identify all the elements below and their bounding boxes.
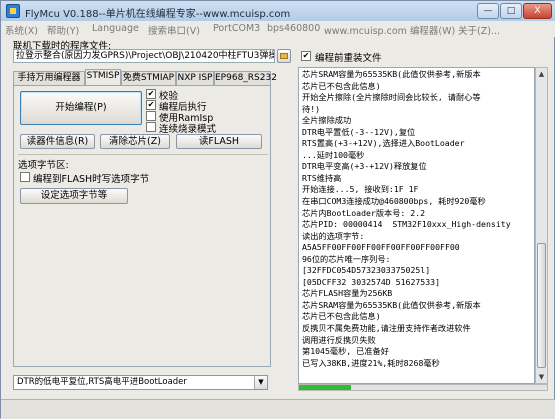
erase-chip-button[interactable]: 清除芯片(Z)	[100, 134, 170, 149]
minimize-button[interactable]: —	[477, 3, 499, 19]
log-line: 调用进行反携贝失败	[302, 334, 376, 345]
tab-nxp-isp[interactable]: NXP ISP	[176, 71, 214, 85]
log-line: 在串口COM3连接成功@460800bps, 耗时920毫秒	[302, 196, 486, 207]
folder-icon	[280, 53, 288, 59]
tab-free-stmiap[interactable]: 免费STMIAP	[121, 71, 176, 85]
reload-file-checkbox[interactable]: ✔	[301, 51, 311, 61]
log-line: 96位的芯片唯一序列号:	[302, 253, 391, 264]
use-ramisp-checkbox[interactable]	[146, 111, 156, 121]
log-line: ...延时100毫秒	[302, 149, 365, 160]
log-line: 待!)	[302, 103, 321, 114]
menu-language[interactable]: Language	[92, 23, 139, 34]
log-line: 芯片SRAM容量为65535KB(此值仅供参考,新版本	[302, 299, 481, 310]
log-output[interactable]: 芯片SRAM容量为65535KB(此值仅供参考,新版本 芯片已不包含此信息) 开始全…	[298, 67, 535, 384]
log-line: 芯片PID: 00000414 STM32F10xxx_High-density	[302, 219, 511, 230]
main-window: FlyMcu V0.188--单片机在线编程专家--www.mcuisp.com…	[0, 0, 555, 419]
read-device-info-button[interactable]: 读器件信息(R)	[20, 134, 95, 149]
reset-mode-value: DTR的低电平复位,RTS高电平进BootLoader	[17, 377, 187, 387]
chevron-down-icon[interactable]: ▼	[254, 376, 267, 389]
continuous-burn-label: 连续烧录模式	[159, 124, 217, 135]
log-line: DTR电平变高(+3-+12V)释放复位	[302, 161, 427, 172]
log-line: 全片擦除成功	[302, 115, 352, 126]
log-line: 芯片内BootLoader版本号: 2.2	[302, 207, 426, 218]
log-line: 第1045毫秒, 已准备好	[302, 346, 389, 357]
app-chip-icon	[6, 4, 20, 18]
log-line: [05DCFF32 3032574D 51627533]	[302, 276, 441, 287]
log-line: 芯片SRAM容量为65535KB(此值仅供参考,新版本	[302, 69, 481, 79]
menu-programmer[interactable]: www.mcuisp.com 编程器(W)	[324, 23, 455, 37]
progress-fill	[299, 385, 352, 390]
file-path-input[interactable]: 拉登示整合(原因力发GPRS)\Project\OBJ\210420中柱FTU3…	[13, 49, 275, 63]
tab-ep968[interactable]: EP968_RS232	[214, 71, 277, 85]
tab-stmisp[interactable]: STMISP	[85, 69, 121, 86]
continuous-burn-checkbox[interactable]	[146, 122, 156, 132]
log-line: [32FFDC054D5732303375025l]	[302, 265, 431, 276]
status-bar	[1, 399, 555, 419]
scroll-up-icon[interactable]: ▲	[536, 68, 547, 80]
run-after-program-checkbox[interactable]: ✔	[146, 100, 156, 110]
menu-bar: 系统(X) 帮助(Y) Language 搜索串口(V) PortCOM3 bp…	[1, 21, 555, 37]
set-option-bytes-button[interactable]: 设定选项字节等	[20, 188, 128, 204]
verify-checkbox[interactable]: ✔	[146, 89, 156, 99]
log-line: RTS置高(+3-+12V),选择进入BootLoader	[302, 138, 465, 149]
log-line: 已写入38KB,进度21%,耗时8268毫秒	[302, 357, 440, 368]
log-scrollbar[interactable]: ▲ ▼	[535, 67, 548, 384]
option-bytes-label: 选项字节区:	[18, 160, 69, 171]
tab-handheld-programmer[interactable]: 手持万用编程器	[13, 71, 85, 85]
scroll-down-icon[interactable]: ▼	[536, 371, 547, 383]
scroll-thumb[interactable]	[537, 243, 546, 368]
maximize-button[interactable]: □	[500, 3, 522, 19]
browse-button[interactable]	[277, 49, 291, 63]
log-line: 读出的选项字节:	[302, 230, 365, 241]
log-line: 芯片FLASH容量为256KB	[302, 288, 393, 299]
progress-bar	[298, 384, 548, 391]
log-line: 芯片已不包含此信息)	[302, 80, 381, 91]
close-button[interactable]: X	[523, 3, 552, 19]
log-line: RTS维持高	[302, 172, 342, 183]
option-bytes-divider	[18, 154, 268, 155]
log-line: 开始全片擦除(全片擦除时间会比较长, 请耐心等	[302, 92, 481, 103]
menu-search-port[interactable]: 搜索串口(V)	[148, 23, 200, 37]
log-line: A5A5FF00FF00FF00FF00FF00FF00FF00	[302, 242, 460, 253]
read-flash-button[interactable]: 读FLASH	[176, 134, 262, 149]
log-line: DTR电平置低(-3--12V),复位	[302, 126, 416, 137]
stmisp-panel: 开始编程(P) ✔ 校验 ✔ 编程后执行 使用RamIsp 连续烧录模式 读器件…	[13, 85, 271, 367]
title-bar[interactable]: FlyMcu V0.188--单片机在线编程专家--www.mcuisp.com…	[1, 1, 555, 21]
menu-port[interactable]: PortCOM3	[213, 23, 260, 34]
menu-baud[interactable]: bps460800	[267, 23, 320, 34]
menu-help[interactable]: 帮助(Y)	[47, 23, 79, 37]
write-option-bytes-checkbox[interactable]	[20, 172, 30, 182]
write-option-bytes-label: 编程到FLASH时写选项字节	[33, 174, 150, 185]
menu-about[interactable]: 关于(Z)...	[458, 23, 500, 37]
reload-file-label: 编程前重装文件	[315, 53, 382, 64]
start-programming-button[interactable]: 开始编程(P)	[20, 91, 142, 125]
reset-mode-select[interactable]: DTR的低电平复位,RTS高电平进BootLoader ▼	[13, 375, 268, 390]
menu-system[interactable]: 系统(X)	[5, 23, 38, 37]
window-title: FlyMcu V0.188--单片机在线编程专家--www.mcuisp.com	[25, 9, 291, 20]
log-line: 开始连接...5, 接收到:1F 1F	[302, 184, 419, 195]
log-line: 反携贝不属免费功能,请注册支持作者改进软件	[302, 323, 471, 334]
log-line: 芯片已不包含此信息)	[302, 311, 381, 322]
